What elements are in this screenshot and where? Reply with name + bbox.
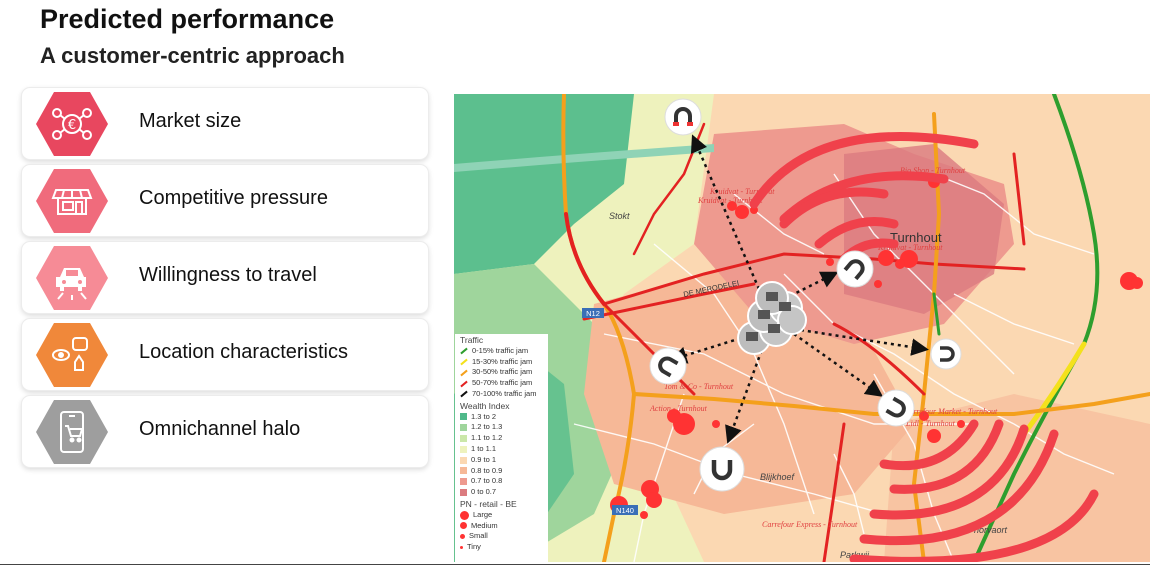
store-label: Carrefour Express - Turnhout xyxy=(762,520,858,529)
car-road-icon xyxy=(36,246,108,310)
factor-label: Competitive pressure xyxy=(139,187,328,209)
euro-network-icon: € xyxy=(36,92,108,156)
legend-item: 15-30% traffic jam xyxy=(460,357,548,368)
factor-label: Location characteristics xyxy=(139,341,348,363)
place-label: Stokt xyxy=(609,211,630,221)
legend-wealth-title: Wealth Index xyxy=(460,400,510,411)
factor-competitive-pressure[interactable]: Competitive pressure xyxy=(22,165,428,236)
magnet-icon xyxy=(664,98,702,136)
store-label: Carrefour Market - Turnhout xyxy=(904,407,998,416)
legend-item: 50-70% traffic jam xyxy=(460,378,548,389)
store-label: Lidl - Turnhout xyxy=(905,419,956,428)
magnet-icon xyxy=(877,389,915,427)
location-cluster-icon xyxy=(36,323,108,387)
factor-label: Willingness to travel xyxy=(139,264,317,286)
legend-item: 0-15% traffic jam xyxy=(460,346,548,357)
factor-omnichannel-halo[interactable]: Omnichannel halo xyxy=(22,396,428,467)
store-label: Tom & Co - Turnhout xyxy=(664,382,734,391)
smartphone-cart-icon xyxy=(36,400,108,464)
road-label: N12 xyxy=(586,309,600,318)
factor-market-size[interactable]: € Market size xyxy=(22,88,428,159)
legend-item: 1.2 to 1.3 xyxy=(460,422,548,433)
factor-label: Omnichannel halo xyxy=(139,418,301,440)
factor-willingness-to-travel[interactable]: Willingness to travel xyxy=(22,242,428,313)
legend-item: 0.7 to 0.8 xyxy=(460,476,548,487)
magnet-icon xyxy=(836,250,874,288)
page-title: Predicted performance xyxy=(40,4,335,34)
legend-item: 0 to 0.7 xyxy=(460,487,548,498)
road-label: N140 xyxy=(616,506,634,515)
legend-item: 0.8 to 0.9 xyxy=(460,466,548,477)
place-label: Blijkhoef xyxy=(760,472,796,482)
legend-item: 70-100% traffic jam xyxy=(460,389,548,400)
legend-item: Medium xyxy=(460,521,548,532)
legend-item: Large xyxy=(460,510,548,521)
footer-rule xyxy=(0,564,1150,565)
legend-item: Tiny xyxy=(460,542,548,553)
legend-traffic-title: Traffic xyxy=(460,335,484,345)
magnet-icon xyxy=(649,347,687,385)
magnet-icon xyxy=(699,446,745,492)
legend-retail-title: PN - retail - BE xyxy=(460,498,517,509)
legend-item: 1.3 to 2 xyxy=(460,412,548,423)
legend-item: Small xyxy=(460,531,548,542)
svg-text:€: € xyxy=(68,118,76,133)
factor-location-characteristics[interactable]: Location characteristics xyxy=(22,319,428,390)
magnet-icon xyxy=(930,338,962,370)
page-subtitle: A customer-centric approach xyxy=(40,43,345,68)
factor-label: Market size xyxy=(139,110,242,132)
map-legend: Traffic 0-15% traffic jam 15-30% traffic… xyxy=(455,334,548,563)
map-canvas: Turnhout Stokt Blijkhoef horvaort Parkwi… xyxy=(454,94,1150,562)
catchment-map[interactable]: Turnhout Stokt Blijkhoef horvaort Parkwi… xyxy=(454,94,1150,562)
legend-item: 1 to 1.1 xyxy=(460,444,548,455)
legend-item: 0.9 to 1 xyxy=(460,455,548,466)
factor-list: € Market size Competitive pressure Willi… xyxy=(22,88,428,473)
storefront-icon xyxy=(36,169,108,233)
store-label: Action - Turnhout xyxy=(649,404,708,413)
legend-item: 30-50% traffic jam xyxy=(460,367,548,378)
legend-item: 1.1 to 1.2 xyxy=(460,433,548,444)
